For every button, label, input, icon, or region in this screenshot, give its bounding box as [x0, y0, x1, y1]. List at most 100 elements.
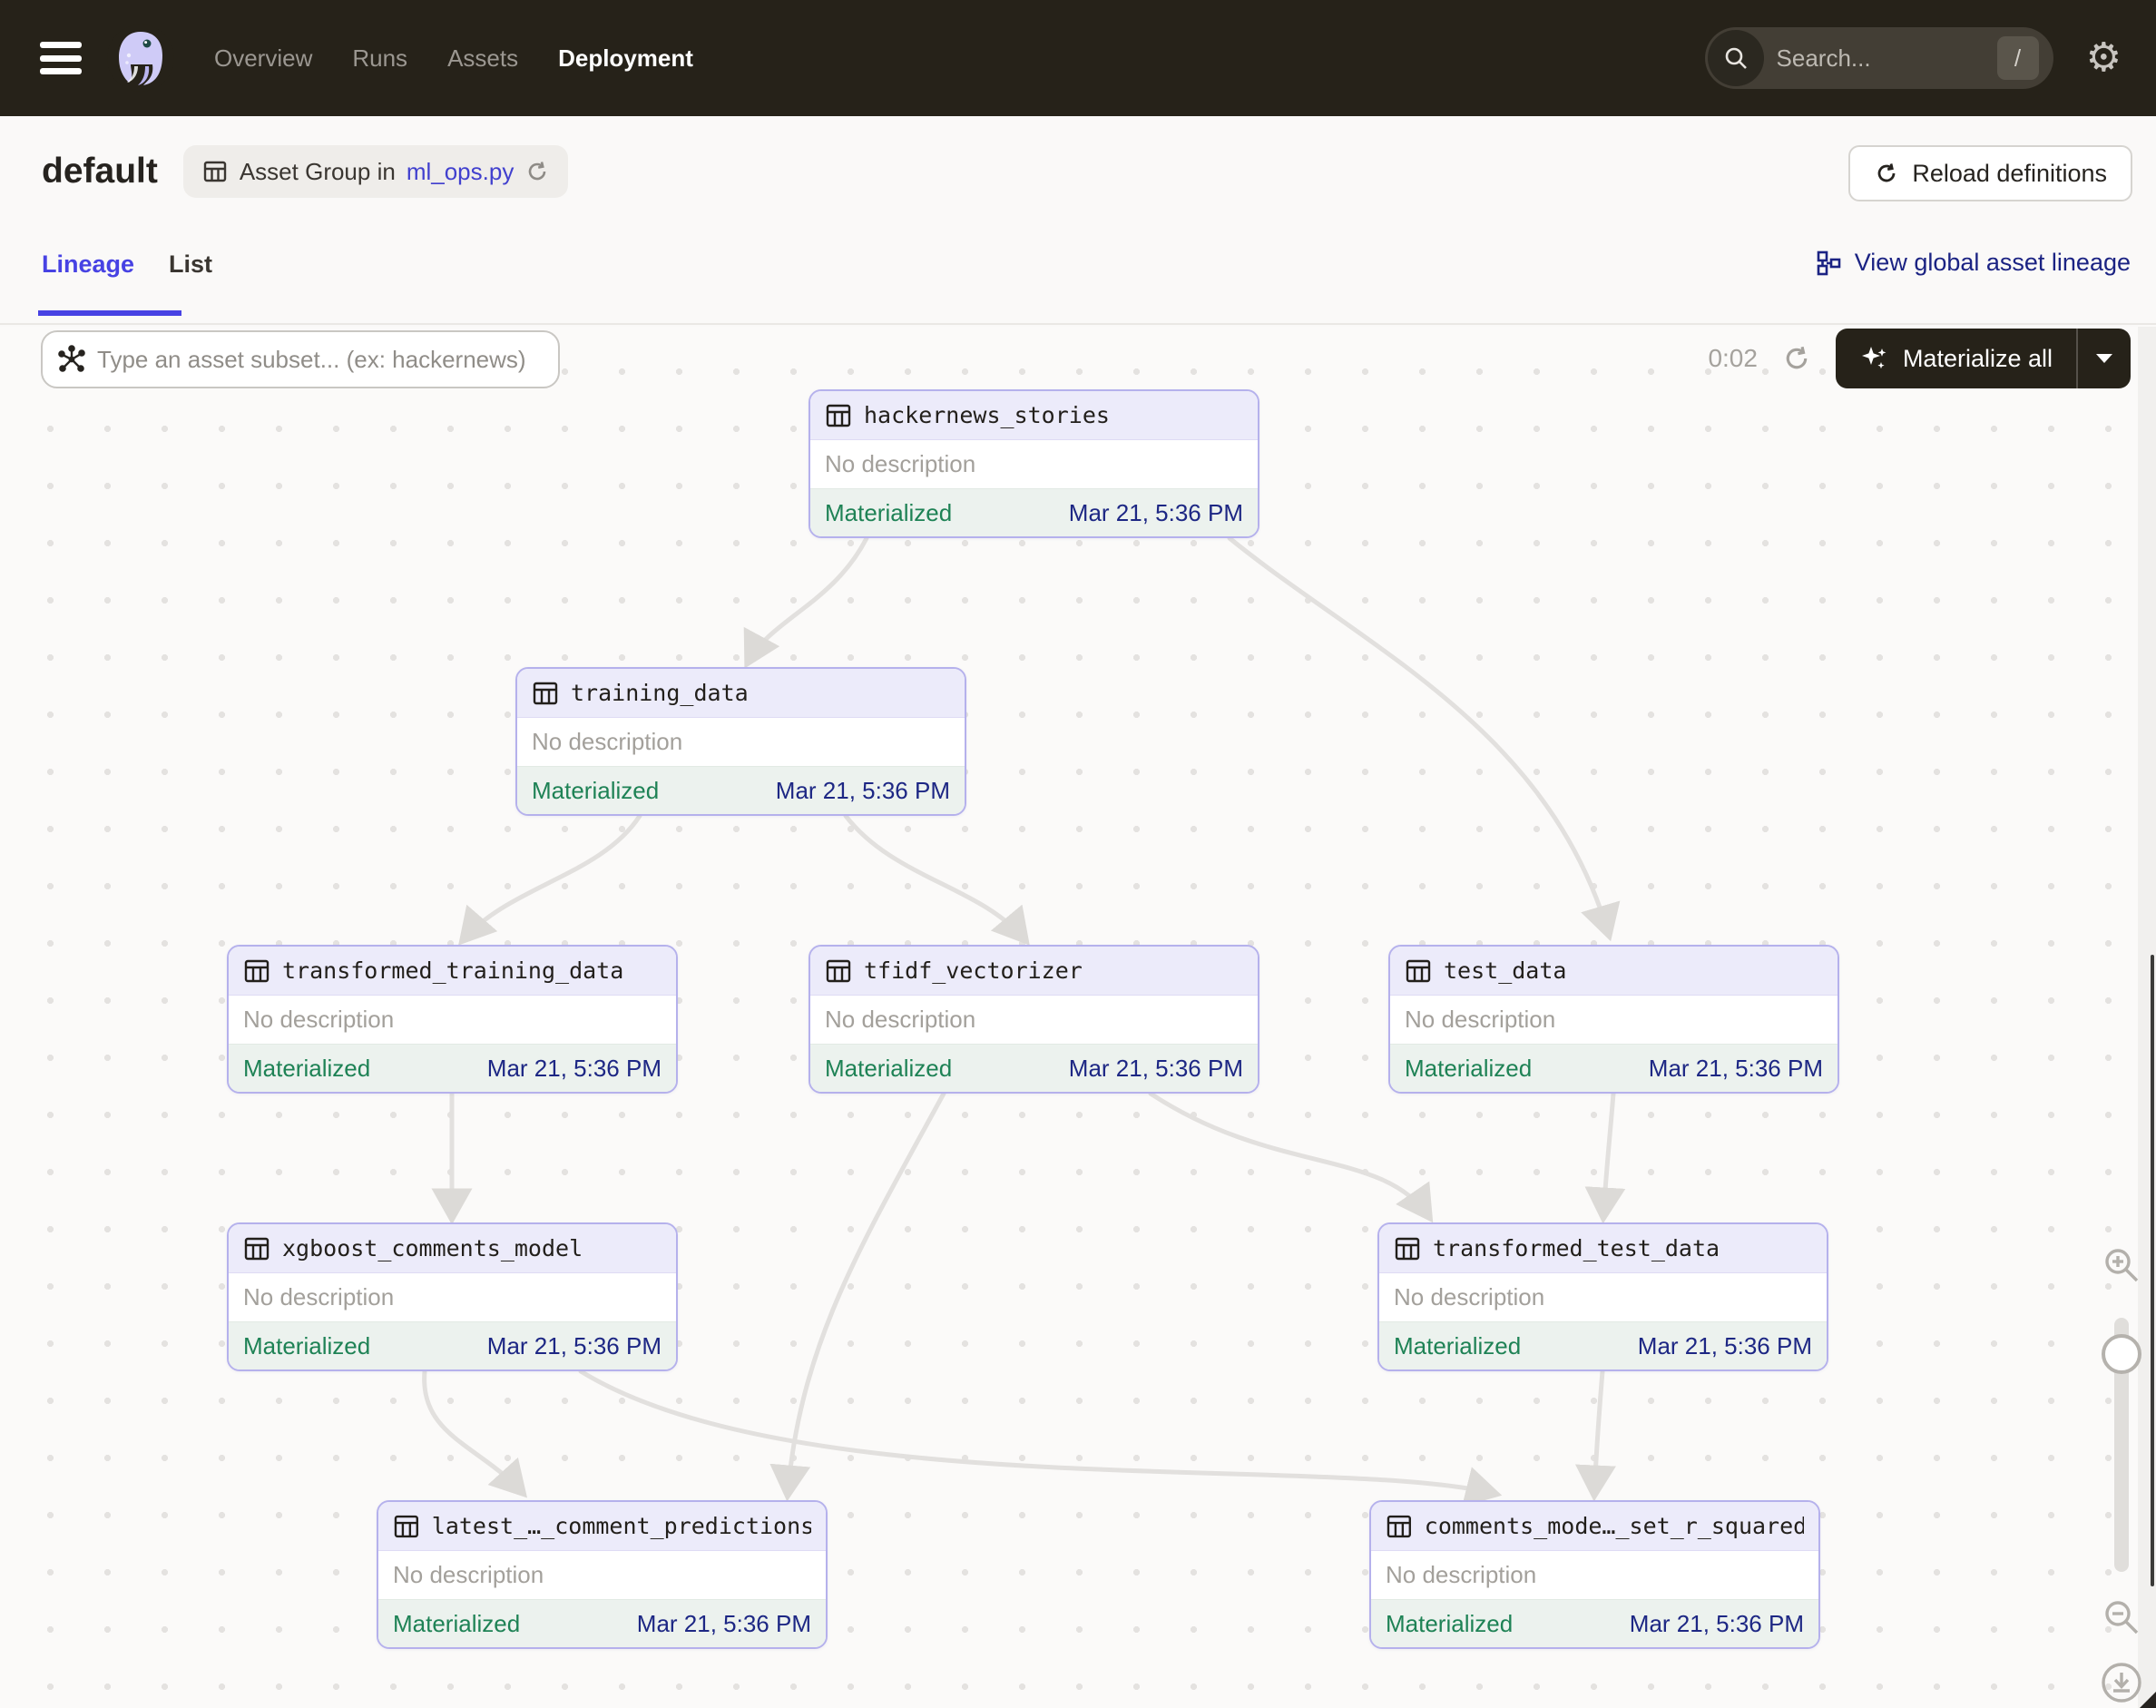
asset-name: hackernews_stories — [864, 402, 1110, 428]
asset-status: Materialized — [1405, 1054, 1533, 1082]
asset-node-hackernews-stories[interactable]: hackernews_stories No description Materi… — [808, 389, 1259, 538]
materialize-dropdown-caret[interactable] — [2078, 352, 2131, 365]
asset-node-xgboost-comments-model[interactable]: xgboost_comments_model No description Ma… — [227, 1222, 678, 1371]
search-input[interactable] — [1776, 44, 1976, 73]
asset-graph-icon — [58, 345, 85, 372]
nav-item-runs[interactable]: Runs — [352, 44, 407, 73]
asset-status: Materialized — [1394, 1331, 1522, 1360]
reload-definitions-label: Reload definitions — [1912, 159, 2107, 187]
asset-status: Materialized — [243, 1331, 371, 1360]
table-icon — [394, 1515, 418, 1537]
asset-group-label: Asset Group in — [239, 157, 396, 185]
asset-name: comments_mode…_set_r_squared — [1424, 1513, 1804, 1539]
download-image-button[interactable] — [2100, 1661, 2143, 1704]
asset-status: Materialized — [243, 1054, 371, 1082]
asset-node-test-data[interactable]: test_data No description Materialized Ma… — [1388, 945, 1839, 1094]
asset-node-transformed-test-data[interactable]: transformed_test_data No description Mat… — [1377, 1222, 1828, 1371]
asset-timestamp[interactable]: Mar 21, 5:36 PM — [776, 777, 950, 805]
top-navbar: Overview Runs Assets Deployment / ⚙︎ — [0, 0, 2156, 116]
asset-name: tfidf_vectorizer — [864, 957, 1083, 984]
table-icon — [1406, 959, 1431, 982]
tab-lineage[interactable]: Lineage — [37, 250, 182, 316]
view-global-asset-lineage-link[interactable]: View global asset lineage — [1815, 249, 2131, 277]
table-icon — [826, 959, 851, 982]
table-icon — [244, 959, 270, 982]
zoom-in-icon — [2105, 1249, 2139, 1282]
asset-description: No description — [825, 1006, 976, 1033]
table-icon — [203, 161, 227, 182]
dagster-octopus-logo[interactable] — [107, 25, 174, 92]
tab-list[interactable]: List — [169, 250, 212, 279]
asset-timestamp[interactable]: Mar 21, 5:36 PM — [1638, 1332, 1812, 1360]
asset-node-comments-model-r-squared[interactable]: comments_mode…_set_r_squared No descript… — [1369, 1500, 1820, 1649]
refresh-icon[interactable] — [1781, 343, 1812, 374]
sparkle-icon — [1861, 347, 1886, 369]
asset-node-training-data[interactable]: training_data No description Materialize… — [515, 667, 966, 816]
materialize-all-button[interactable]: Materialize all — [1835, 329, 2131, 388]
asset-name: latest_…_comment_predictions — [431, 1513, 811, 1539]
primary-nav: Overview Runs Assets Deployment — [214, 44, 693, 73]
asset-group-file-link[interactable]: ml_ops.py — [407, 158, 514, 186]
refresh-icon — [1877, 163, 1896, 182]
zoom-in-button[interactable] — [2100, 1243, 2143, 1287]
asset-name: training_data — [571, 680, 749, 706]
search-icon — [1707, 30, 1764, 86]
asset-timestamp[interactable]: Mar 21, 5:36 PM — [1649, 1055, 1823, 1083]
download-icon — [2102, 1663, 2141, 1703]
asset-timestamp[interactable]: Mar 21, 5:36 PM — [1630, 1610, 1804, 1638]
asset-subset-filter[interactable] — [41, 330, 560, 388]
asset-description: No description — [532, 728, 683, 755]
nav-item-deployment[interactable]: Deployment — [558, 44, 693, 73]
asset-timestamp[interactable]: Mar 21, 5:36 PM — [637, 1610, 811, 1638]
hamburger-menu-icon[interactable] — [40, 42, 82, 74]
refresh-icon[interactable] — [524, 159, 550, 184]
asset-node-latest-comment-predictions[interactable]: latest_…_comment_predictions No descript… — [377, 1500, 828, 1649]
asset-timestamp[interactable]: Mar 21, 5:36 PM — [487, 1332, 662, 1360]
zoom-out-icon — [2105, 1601, 2139, 1634]
asset-description: No description — [1405, 1006, 1556, 1033]
asset-status: Materialized — [393, 1609, 521, 1637]
page-header: default Asset Group in ml_ops.py Reload … — [0, 116, 2156, 227]
asset-name: transformed_test_data — [1433, 1235, 1720, 1261]
asset-name: xgboost_comments_model — [282, 1235, 583, 1261]
asset-lineage-graph[interactable]: hackernews_stories No description Materi… — [0, 327, 2156, 1708]
asset-description: No description — [243, 1006, 395, 1033]
asset-status: Materialized — [825, 498, 953, 526]
asset-timestamp[interactable]: Mar 21, 5:36 PM — [1069, 499, 1243, 527]
asset-description: No description — [825, 450, 976, 477]
asset-subset-input[interactable] — [97, 345, 542, 374]
reload-definitions-button[interactable]: Reload definitions — [1848, 145, 2132, 201]
table-icon — [244, 1237, 270, 1260]
asset-description: No description — [243, 1283, 395, 1310]
zoom-out-button[interactable] — [2100, 1595, 2143, 1639]
search-shortcut-badge: / — [1996, 36, 2039, 80]
nav-item-overview[interactable]: Overview — [214, 44, 312, 73]
asset-description: No description — [1394, 1283, 1545, 1310]
gear-icon[interactable]: ⚙︎ — [2086, 38, 2122, 78]
materialize-all-label: Materialize all — [1902, 344, 2053, 372]
table-icon — [1395, 1237, 1420, 1260]
asset-timestamp[interactable]: Mar 21, 5:36 PM — [1069, 1055, 1243, 1083]
asset-node-transformed-training-data[interactable]: transformed_training_data No description… — [227, 945, 678, 1094]
zoom-slider-handle[interactable] — [2102, 1334, 2141, 1374]
chevron-down-icon — [2096, 354, 2112, 363]
global-search[interactable]: / — [1704, 27, 2053, 89]
asset-status: Materialized — [532, 776, 660, 804]
asset-node-tfidf-vectorizer[interactable]: tfidf_vectorizer No description Material… — [808, 945, 1259, 1094]
asset-timestamp[interactable]: Mar 21, 5:36 PM — [487, 1055, 662, 1083]
asset-description: No description — [1386, 1561, 1537, 1588]
nav-item-assets[interactable]: Assets — [447, 44, 518, 73]
asset-description: No description — [393, 1561, 544, 1588]
refresh-timer: 0:02 — [1708, 344, 1758, 372]
table-icon — [826, 404, 851, 427]
asset-status: Materialized — [1386, 1609, 1514, 1637]
resize-handle[interactable] — [2140, 1692, 2156, 1708]
asset-name: transformed_training_data — [282, 957, 624, 984]
view-global-label: View global asset lineage — [1854, 249, 2131, 276]
asset-status: Materialized — [825, 1054, 953, 1082]
tab-bar: Lineage List View global asset lineage — [0, 227, 2156, 325]
lineage-graph-icon — [1817, 250, 1841, 275]
graph-scrollbar-thumb[interactable] — [2151, 955, 2154, 1586]
asset-group-badge: Asset Group in ml_ops.py — [182, 145, 569, 198]
graph-scrollbar-track[interactable] — [2138, 327, 2156, 1708]
